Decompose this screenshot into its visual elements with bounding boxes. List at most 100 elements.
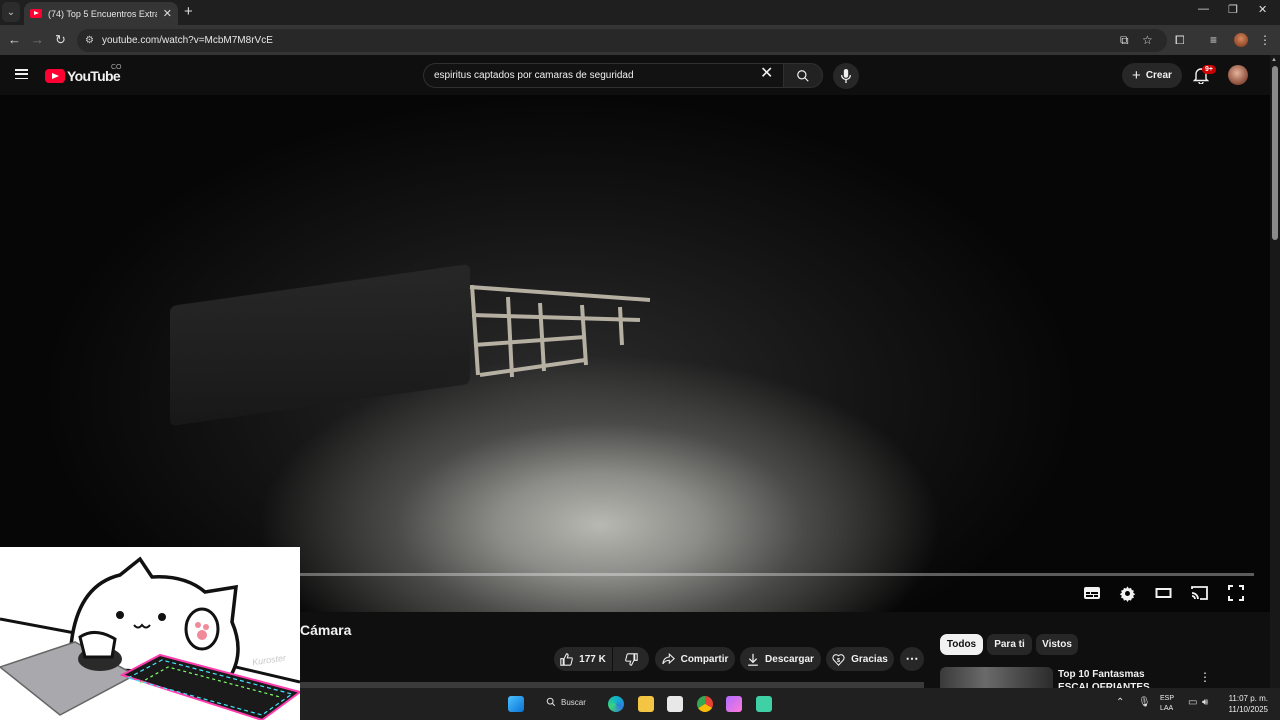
wooden-benches-shape [469, 284, 651, 378]
microphone-icon [840, 69, 852, 83]
bookmark-star-icon[interactable]: ☆ [1142, 33, 1153, 47]
browser-toolbar: ← → ↻ ⚙ youtube.com/watch?v=McbM7M8rVcE … [0, 25, 1280, 55]
account-avatar[interactable] [1228, 65, 1248, 85]
chrome-browser-icon[interactable] [697, 696, 713, 712]
filter-chip-label: Todos [946, 639, 977, 650]
youtube-logo[interactable]: YouTube CO [45, 64, 122, 84]
edge-browser-icon[interactable] [608, 696, 624, 712]
voice-search-button[interactable] [833, 63, 859, 89]
url-text: youtube.com/watch?v=McbM7M8rVcE [101, 35, 273, 46]
filter-chip-para-ti[interactable]: Para ti [987, 634, 1032, 655]
input-language-indicator[interactable]: ESP LAA [1160, 694, 1174, 714]
taskbar-search[interactable]: Buscar [546, 697, 586, 707]
recommended-video-thumbnail[interactable] [940, 667, 1053, 688]
browser-profile-avatar[interactable] [1234, 33, 1248, 47]
file-explorer-icon[interactable] [638, 696, 654, 712]
app-icon[interactable] [726, 696, 742, 712]
create-button[interactable]: + Crear [1122, 63, 1182, 88]
download-icon [748, 653, 758, 666]
filter-chip-vistos[interactable]: Vistos [1036, 634, 1078, 655]
back-arrow-icon[interactable]: ← [8, 32, 21, 47]
new-tab-plus-icon[interactable]: + [184, 3, 193, 20]
site-info-icon[interactable]: ⚙ [85, 35, 94, 46]
download-label: Descargar [765, 653, 814, 665]
search-icon [797, 69, 809, 82]
thanks-label: Gracias [851, 653, 888, 665]
restore-icon[interactable]: ❐ [1228, 3, 1238, 16]
address-bar[interactable]: ⚙ youtube.com/watch?v=McbM7M8rVcE [77, 29, 1167, 52]
youtube-play-logo-icon [45, 69, 65, 83]
like-count: 177 K [579, 653, 606, 665]
youtube-favicon-icon [30, 9, 42, 18]
minimize-icon[interactable]: — [1198, 3, 1209, 15]
browser-tab-bar: ⌄ (74) Top 5 Encuentros Extraños ✕ + — ❐… [0, 0, 1280, 25]
search-input[interactable]: espiritus captados por camaras de seguri… [423, 63, 783, 88]
network-icon[interactable]: ▭ [1188, 697, 1197, 708]
close-window-icon[interactable]: ✕ [1258, 3, 1267, 16]
scrollbar-thumb[interactable] [1272, 66, 1278, 240]
microphone-tray-icon[interactable]: 🎙︎ [1138, 697, 1151, 708]
search-button[interactable] [783, 63, 823, 88]
country-code: CO [111, 64, 122, 71]
filter-chip-label: Para ti [994, 639, 1025, 650]
settings-gear-icon[interactable] [1119, 585, 1136, 602]
reload-icon[interactable]: ↻ [55, 32, 66, 48]
show-hidden-icons-chevron-icon[interactable]: ⌃ [1116, 697, 1124, 708]
share-label: Compartir [680, 653, 729, 665]
start-windows-icon[interactable] [508, 696, 524, 712]
windows-taskbar: Buscar ⌃ 🎙︎ ESP LAA ▭ 🔊︎ 11:07 p. m. 11/… [300, 688, 1280, 720]
subtitles-icon[interactable] [1083, 585, 1101, 601]
tunnel-wall-shape [170, 263, 470, 427]
share-arrow-icon [661, 653, 675, 665]
fullscreen-icon[interactable] [1228, 585, 1244, 601]
close-tab-icon[interactable]: ✕ [163, 7, 172, 20]
microsoft-store-icon[interactable] [667, 696, 683, 712]
plus-icon: + [1132, 67, 1141, 84]
search-query-text: espiritus captados por camaras de seguri… [434, 70, 634, 81]
thanks-button[interactable]: $ Gracias [826, 647, 894, 671]
bongo-cat-app-icon[interactable] [756, 696, 772, 712]
recommended-video-title[interactable]: Top 10 Fantasmas ESCALOFRIANTES Captados… [1058, 668, 1193, 688]
language-code: ESP [1160, 695, 1175, 702]
clock-time: 11:07 p. m. [1228, 694, 1268, 703]
scroll-up-arrow-icon[interactable]: ▲ [1271, 57, 1277, 63]
bongo-cat-overlay: Kuroster [0, 547, 300, 720]
super-thanks-heart-dollar-icon: $ [832, 653, 845, 666]
install-app-icon[interactable]: ⧉ [1120, 33, 1129, 48]
browser-menu-icon[interactable]: ⋮ [1259, 33, 1271, 47]
taskbar-search-label: Buscar [561, 697, 586, 707]
volume-icon[interactable]: 🔊︎ [1202, 697, 1208, 708]
video-player[interactable] [0, 95, 1270, 612]
bongo-cat-illustration [0, 556, 300, 720]
youtube-header: YouTube CO espiritus captados por camara… [0, 55, 1270, 95]
create-label: Crear [1145, 70, 1172, 81]
cast-icon[interactable] [1190, 585, 1209, 601]
forward-arrow-icon[interactable]: → [31, 32, 44, 47]
browser-tab[interactable]: (74) Top 5 Encuentros Extraños ✕ [24, 2, 178, 25]
media-controls-icon[interactable]: ≡ [1210, 33, 1217, 47]
thumbs-down-icon [624, 652, 638, 666]
taskbar-search-icon [546, 697, 556, 707]
video-title: Cámara [300, 622, 352, 638]
video-progress-bar[interactable] [300, 573, 1254, 576]
tab-search-chevron-icon[interactable]: ⌄ [2, 2, 20, 22]
like-button[interactable]: 177 K [554, 647, 612, 671]
keyboard-layout: LAA [1160, 705, 1174, 712]
extensions-puzzle-icon[interactable]: ⧠ [1175, 33, 1185, 48]
more-actions-button[interactable]: ⋯ [900, 647, 924, 671]
share-button[interactable]: Compartir [655, 647, 735, 671]
thumbs-up-icon [560, 652, 573, 666]
recommended-more-icon[interactable]: ⋮ [1199, 670, 1211, 684]
clear-search-icon[interactable]: ✕ [760, 66, 773, 82]
more-horizontal-icon: ⋯ [905, 651, 919, 666]
tab-title: (74) Top 5 Encuentros Extraños [48, 8, 157, 19]
filter-chip-label: Vistos [1042, 639, 1072, 650]
taskbar-clock[interactable]: 11:07 p. m. 11/10/2025 [1220, 693, 1268, 715]
filter-chip-todos[interactable]: Todos [940, 634, 983, 655]
notification-count-badge: 9+ [1202, 65, 1216, 74]
download-button[interactable]: Descargar [740, 647, 821, 671]
dislike-button[interactable] [613, 647, 649, 671]
guide-menu-icon[interactable] [15, 69, 28, 79]
theater-mode-icon[interactable] [1155, 585, 1172, 601]
clock-date: 11/10/2025 [1228, 705, 1268, 714]
